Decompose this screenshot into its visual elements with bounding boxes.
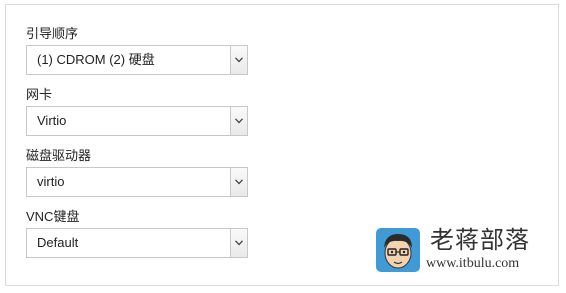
vnc-keyboard-field: VNC键盘 Default <box>26 208 248 258</box>
nic-field: 网卡 Virtio <box>26 86 248 136</box>
disk-driver-field: 磁盘驱动器 virtio <box>26 147 248 197</box>
boot-order-field: 引导顺序 (1) CDROM (2) 硬盘 <box>26 25 248 75</box>
vnc-keyboard-select[interactable]: Default <box>26 228 248 258</box>
watermark: 老蒋部落 www.itbulu.com <box>376 226 546 274</box>
nic-select[interactable]: Virtio <box>26 106 248 136</box>
chevron-down-icon <box>235 179 243 185</box>
disk-driver-select[interactable]: virtio <box>26 167 248 197</box>
nic-value: Virtio <box>37 113 67 128</box>
nic-dropdown-button[interactable] <box>230 107 247 135</box>
boot-order-select[interactable]: (1) CDROM (2) 硬盘 <box>26 45 248 75</box>
vnc-keyboard-value: Default <box>37 235 79 250</box>
disk-driver-dropdown-button[interactable] <box>230 168 247 196</box>
chevron-down-icon <box>235 57 243 63</box>
watermark-title: 老蒋部落 <box>430 226 530 254</box>
chevron-down-icon <box>235 240 243 246</box>
vnc-keyboard-label: VNC键盘 <box>26 209 80 224</box>
vnc-keyboard-dropdown-button[interactable] <box>230 229 247 257</box>
chevron-down-icon <box>235 118 243 124</box>
boot-order-value: (1) CDROM (2) 硬盘 <box>37 52 155 67</box>
disk-driver-value: virtio <box>37 174 65 189</box>
watermark-url: www.itbulu.com <box>426 256 520 271</box>
avatar-icon <box>376 228 420 272</box>
boot-order-label: 引导顺序 <box>26 26 79 41</box>
boot-order-dropdown-button[interactable] <box>230 46 247 74</box>
disk-driver-label: 磁盘驱动器 <box>26 148 92 163</box>
nic-label: 网卡 <box>26 87 53 102</box>
